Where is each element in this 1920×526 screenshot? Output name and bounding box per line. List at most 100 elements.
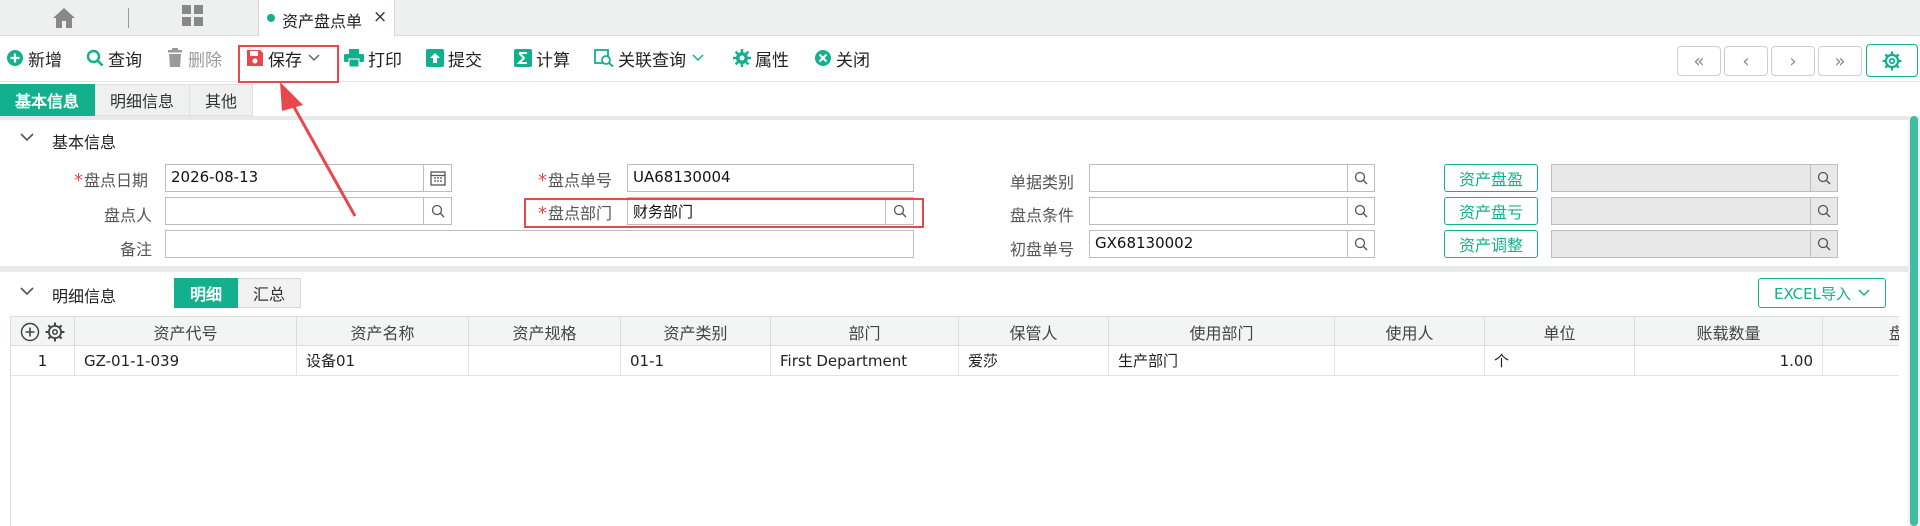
query-label: 查询 (108, 50, 142, 71)
check-date-label: *盘点日期 (74, 170, 149, 191)
excel-import-button[interactable]: EXCEL导入 (1758, 278, 1886, 308)
check-cond-label: 盘点条件 (1010, 206, 1075, 225)
grid-icon[interactable] (181, 4, 205, 28)
search-icon (1817, 171, 1831, 185)
cell-asset-spec[interactable] (469, 346, 621, 375)
save-highlight-box (238, 45, 339, 83)
cell-asset-name[interactable]: 设备01 (297, 346, 469, 375)
col-book-qty[interactable]: 账载数量 (1635, 317, 1823, 346)
top-tab-bar: 资产盘点单 × (0, 0, 1920, 37)
first-record-button[interactable]: « (1677, 46, 1721, 76)
asset-adjust-lookup-button[interactable] (1810, 230, 1838, 258)
cell-book-qty[interactable]: 1.00 (1635, 346, 1823, 375)
gear-icon (733, 49, 751, 67)
close-button[interactable]: 关闭 (814, 45, 870, 71)
chevron-down-icon (1858, 289, 1870, 297)
initial-no-input[interactable]: GX68130002 (1089, 230, 1348, 258)
linked-query-label: 关联查询 (618, 50, 686, 71)
cell-keeper[interactable]: 爱莎 (959, 346, 1109, 375)
check-date-input[interactable]: 2026-08-13 (165, 164, 424, 192)
chevron-down-icon[interactable] (20, 130, 34, 146)
toggle-summary[interactable]: 汇总 (238, 278, 302, 308)
subtab-detail-info[interactable]: 明细信息 (95, 84, 191, 116)
chevron-down-icon[interactable] (692, 51, 708, 65)
checker-input[interactable] (165, 197, 424, 225)
col-keeper[interactable]: 保管人 (959, 317, 1109, 346)
col-asset-spec[interactable]: 资产规格 (469, 317, 621, 346)
col-user[interactable]: 使用人 (1335, 317, 1485, 346)
submit-label: 提交 (448, 50, 482, 71)
col-unit[interactable]: 单位 (1485, 317, 1635, 346)
cell-asset-code[interactable]: GZ-01-1-039 (75, 346, 297, 375)
initial-no-label: 初盘单号 (1010, 240, 1075, 259)
remark-label: 备注 (120, 240, 153, 259)
asset-surplus-button[interactable]: 资产盘盈 (1444, 164, 1538, 192)
tab-asset-check[interactable]: 资产盘点单 × (259, 0, 395, 37)
col-asset-name[interactable]: 资产名称 (297, 317, 469, 346)
table-header: 资产代号 资产名称 资产规格 资产类别 部门 保管人 使用部门 使用人 单位 账… (11, 316, 1899, 346)
table-row[interactable]: 1 GZ-01-1-039 设备01 01-1 First Department… (11, 346, 1899, 376)
close-tab-icon[interactable]: × (373, 7, 387, 27)
print-button[interactable]: 打印 (344, 45, 402, 71)
cell-user[interactable] (1335, 346, 1485, 375)
doc-type-label: 单据类别 (1010, 173, 1075, 192)
chevron-down-icon[interactable] (20, 284, 34, 300)
cell-check-qty[interactable] (1823, 346, 1899, 375)
next-record-button[interactable]: › (1771, 46, 1815, 76)
asset-loss-button[interactable]: 资产盘亏 (1444, 197, 1538, 225)
add-button[interactable]: 新增 (6, 45, 62, 71)
section-divider (0, 116, 1920, 120)
query-button[interactable]: 查询 (86, 45, 142, 71)
sigma-icon (514, 49, 532, 67)
detail-table: 资产代号 资产名称 资产规格 资产类别 部门 保管人 使用部门 使用人 单位 账… (10, 316, 1899, 526)
search-icon (1817, 237, 1831, 251)
doc-type-lookup-button[interactable] (1347, 164, 1375, 192)
prev-record-button[interactable]: ‹ (1724, 46, 1768, 76)
subtab-other[interactable]: 其他 (190, 84, 254, 116)
calendar-icon (429, 171, 446, 186)
vertical-scrollbar[interactable] (1908, 116, 1920, 526)
delete-label: 删除 (188, 50, 222, 71)
col-dept[interactable]: 部门 (771, 317, 959, 346)
basic-info-header[interactable]: 基本信息 (0, 124, 1910, 154)
asset-loss-lookup-button[interactable] (1810, 197, 1838, 225)
check-cond-lookup-button[interactable] (1347, 197, 1375, 225)
asset-adjust-button[interactable]: 资产调整 (1444, 230, 1538, 258)
remark-input[interactable] (165, 230, 914, 258)
detail-info-title: 明细信息 (52, 287, 117, 306)
search-icon (431, 204, 444, 218)
scrollbar-thumb[interactable] (1910, 116, 1918, 526)
calc-button[interactable]: 计算 (514, 45, 570, 71)
check-cond-input[interactable] (1089, 197, 1348, 225)
attributes-button[interactable]: 属性 (733, 45, 789, 71)
col-asset-code[interactable]: 资产代号 (75, 317, 297, 346)
home-icon[interactable] (52, 7, 76, 29)
last-record-button[interactable]: » (1818, 46, 1862, 76)
cell-asset-category[interactable]: 01-1 (621, 346, 771, 375)
doc-type-input[interactable] (1089, 164, 1348, 192)
check-no-input[interactable]: UA68130004 (627, 164, 914, 192)
cell-use-dept[interactable]: 生产部门 (1109, 346, 1335, 375)
search-icon (1354, 171, 1368, 185)
add-row-icon[interactable] (20, 322, 40, 342)
check-no-label: *盘点单号 (538, 170, 613, 191)
col-check-qty[interactable]: 盘 (1823, 317, 1899, 346)
settings-button[interactable] (1866, 44, 1918, 77)
gear-icon[interactable] (45, 322, 65, 342)
cell-unit[interactable]: 个 (1485, 346, 1635, 375)
delete-button[interactable]: 删除 (166, 45, 222, 71)
col-asset-category[interactable]: 资产类别 (621, 317, 771, 346)
submit-button[interactable]: 提交 (426, 45, 482, 71)
calendar-button[interactable] (423, 164, 452, 192)
linked-query-button[interactable]: 关联查询 (594, 45, 708, 71)
col-use-dept[interactable]: 使用部门 (1109, 317, 1335, 346)
subtab-basic-info[interactable]: 基本信息 (0, 84, 96, 116)
upload-icon (426, 49, 444, 67)
asset-surplus-lookup-button[interactable] (1810, 164, 1838, 192)
cell-dept[interactable]: First Department (771, 346, 959, 375)
checker-lookup-button[interactable] (423, 197, 452, 225)
initial-no-lookup-button[interactable] (1347, 230, 1375, 258)
toggle-detail[interactable]: 明细 (174, 278, 239, 308)
search-icon (86, 49, 104, 67)
tab-label: 资产盘点单 (282, 12, 363, 31)
